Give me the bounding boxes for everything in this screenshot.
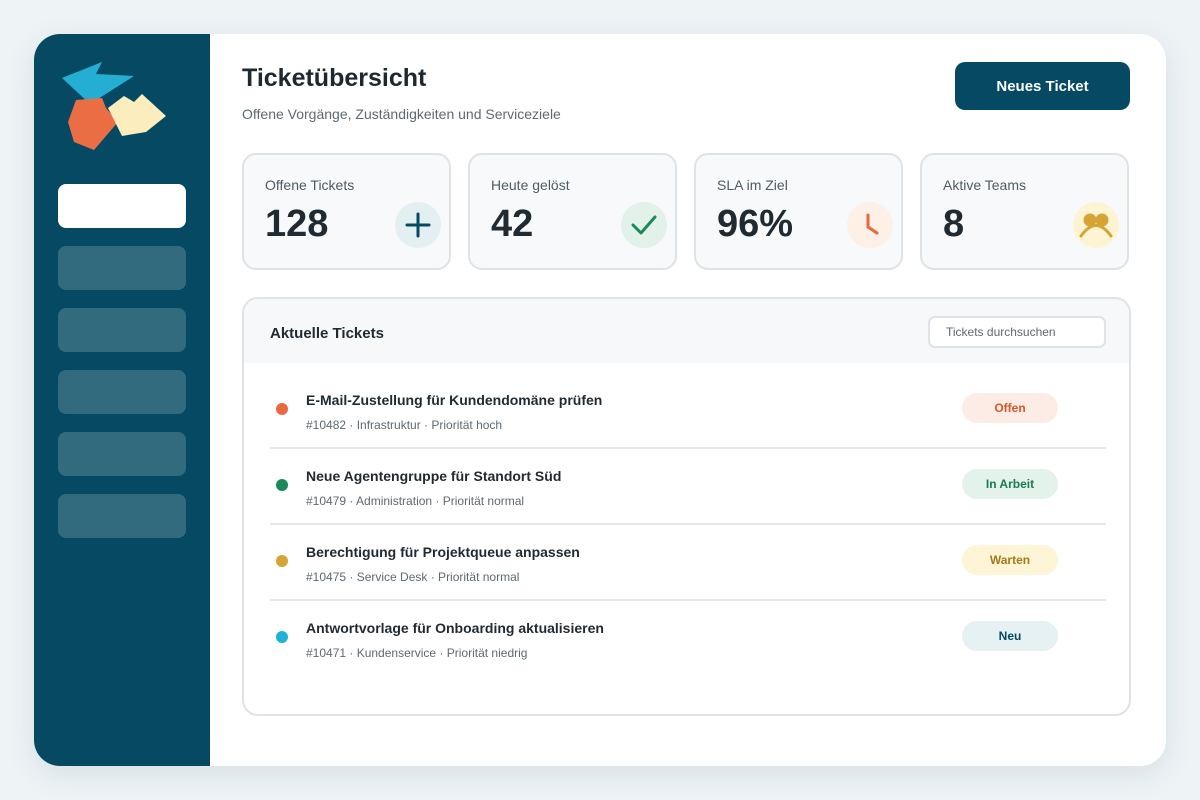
kpi-value: 128 (265, 203, 329, 245)
kpi-value: 42 (491, 203, 534, 245)
status-badge: In Arbeit (962, 469, 1058, 499)
ticket-title: Antwortvorlage für Onboarding aktualisie… (306, 620, 604, 636)
new-ticket-button[interactable]: Neues Ticket (955, 62, 1130, 110)
status-dot (276, 479, 288, 491)
tickets-panel-title: Aktuelle Tickets (270, 325, 384, 342)
ticket-meta: #10482 · Infrastruktur · Priorität hoch (306, 418, 503, 432)
kpi-label: Heute gelöst (491, 177, 570, 193)
sidebar-item-5[interactable] (58, 432, 186, 476)
kpi-label: Aktive Teams (943, 177, 1026, 193)
sidebar-item-3[interactable] (58, 308, 186, 352)
main-content: Ticketübersicht Offene Vorgänge, Zuständ… (210, 34, 1166, 766)
status-dot (276, 631, 288, 643)
status-dot (276, 555, 288, 567)
kpi-card-resolved-today: Heute gelöst 42 (468, 153, 677, 270)
ticket-row[interactable]: Neue Agentengruppe für Standort Süd #104… (270, 449, 1106, 525)
clock-icon (847, 202, 893, 248)
check-icon (621, 202, 667, 248)
status-dot (276, 403, 288, 415)
tickets-panel-header: Aktuelle Tickets (244, 299, 1129, 363)
sidebar-item-1[interactable] (58, 184, 186, 228)
tickets-panel: Aktuelle Tickets E-Mail-Zustellung für K… (242, 297, 1131, 716)
ticket-meta: #10475 · Service Desk · Priorität normal (306, 570, 520, 584)
kpi-card-open-tickets: Offene Tickets 128 (242, 153, 451, 270)
team-icon (1073, 202, 1119, 248)
sidebar-item-6[interactable] (58, 494, 186, 538)
status-badge: Neu (962, 621, 1058, 651)
plus-icon (395, 202, 441, 248)
ticket-row[interactable]: Antwortvorlage für Onboarding aktualisie… (270, 601, 1106, 677)
sidebar (34, 34, 210, 766)
logo-icon (62, 62, 166, 150)
ticket-row[interactable]: E-Mail-Zustellung für Kundendomäne prüfe… (270, 373, 1106, 449)
ticket-meta: #10471 · Kundenservice · Priorität niedr… (306, 646, 528, 660)
kpi-value: 96% (717, 203, 794, 245)
status-badge: Offen (962, 393, 1058, 423)
ticket-title: E-Mail-Zustellung für Kundendomäne prüfe… (306, 392, 603, 408)
kpi-label: SLA im Ziel (717, 177, 788, 193)
ticket-meta: #10479 · Administration · Priorität norm… (306, 494, 525, 508)
ticket-title: Neue Agentengruppe für Standort Süd (306, 468, 562, 484)
ticket-search-input[interactable] (928, 316, 1106, 348)
kpi-card-sla: SLA im Ziel 96% (694, 153, 903, 270)
sidebar-item-4[interactable] (58, 370, 186, 414)
kpi-card-active-teams: Aktive Teams 8 (920, 153, 1129, 270)
status-badge: Warten (962, 545, 1058, 575)
page-subtitle: Offene Vorgänge, Zuständigkeiten und Ser… (242, 106, 561, 122)
kpi-label: Offene Tickets (265, 177, 355, 193)
kpi-value: 8 (943, 203, 965, 245)
app-window: Ticketübersicht Offene Vorgänge, Zuständ… (34, 34, 1166, 766)
ticket-title: Berechtigung für Projektqueue anpassen (306, 544, 580, 560)
ticket-row[interactable]: Berechtigung für Projektqueue anpassen #… (270, 525, 1106, 601)
page-title: Ticketübersicht (242, 64, 427, 92)
sidebar-item-2[interactable] (58, 246, 186, 290)
